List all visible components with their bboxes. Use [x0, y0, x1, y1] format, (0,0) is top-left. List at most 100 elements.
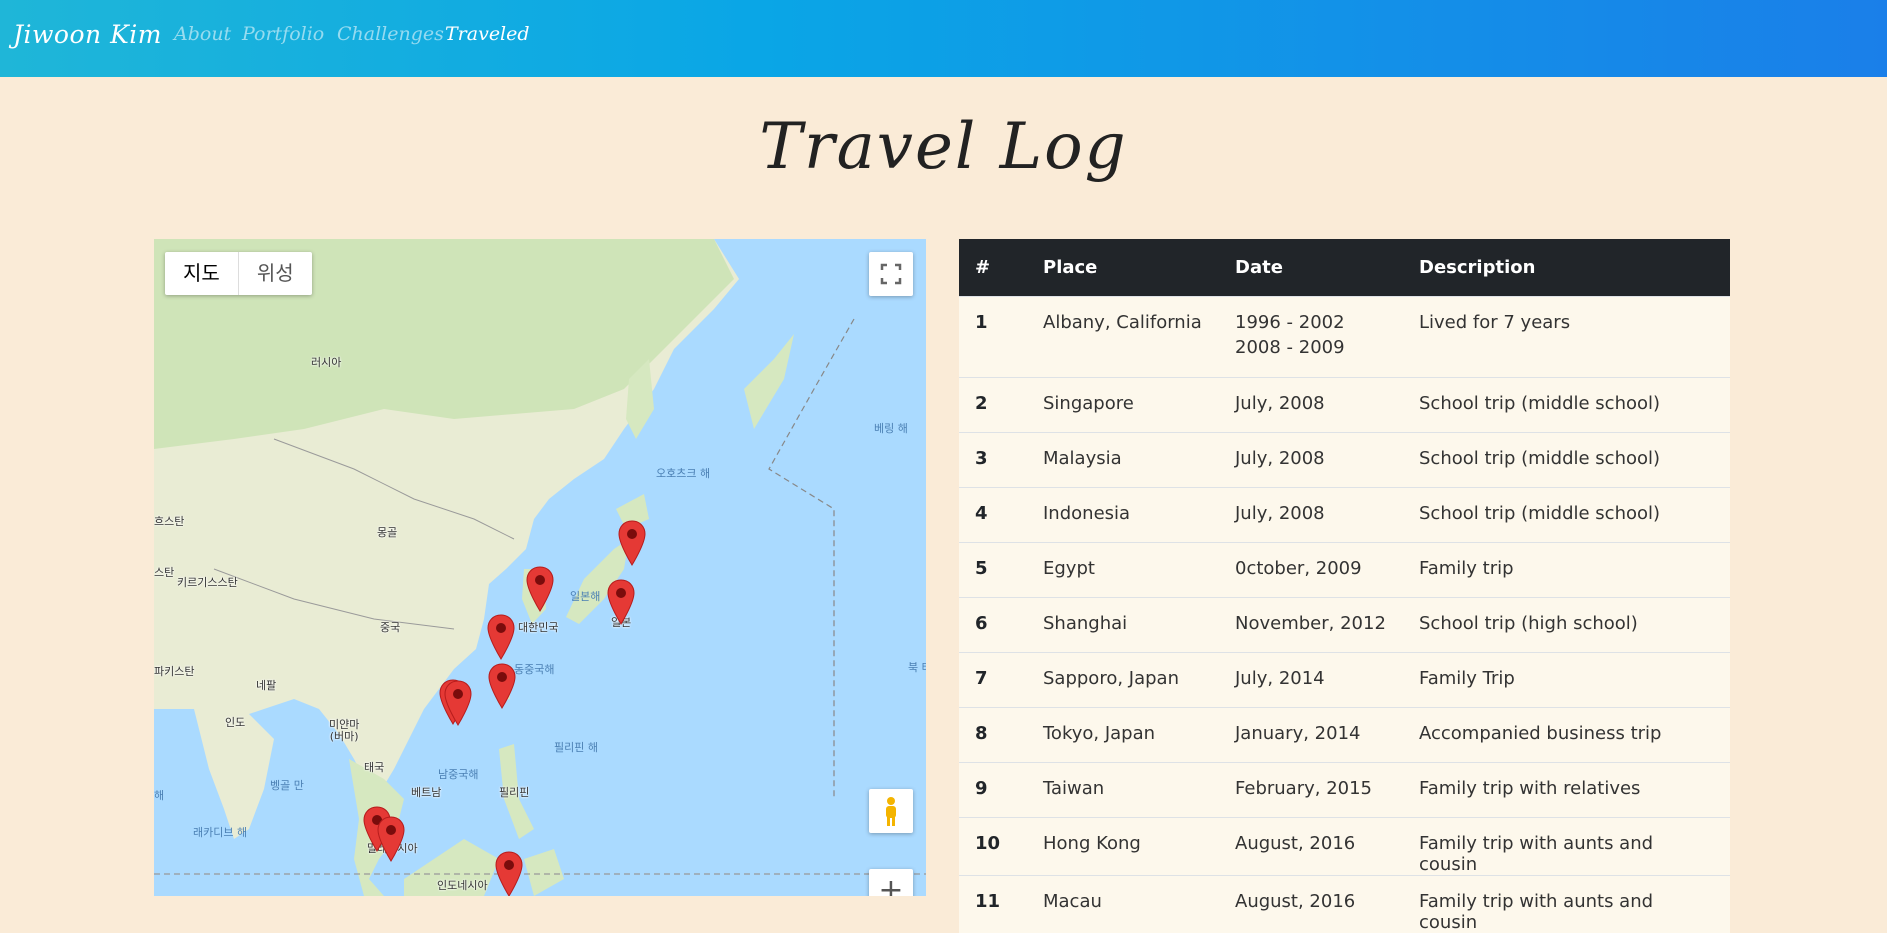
label-philippine-sea: 필리핀 해: [554, 739, 598, 755]
cell-description: Family trip with aunts and cousin: [1403, 818, 1730, 876]
cell-date: August, 2016: [1219, 818, 1403, 876]
cell-description: School trip (middle school): [1403, 378, 1730, 433]
cell-description: School trip (middle school): [1403, 433, 1730, 488]
label-laccadive: 래카디브 해: [193, 824, 247, 840]
map-marker-icon[interactable]: [443, 680, 473, 726]
cell-place: Albany, California: [1027, 297, 1219, 378]
table-row: 4IndonesiaJuly, 2008School trip (middle …: [959, 488, 1730, 543]
navbar: Jiwoon Kim About Portfolio Challenges Tr…: [0, 0, 1887, 77]
label-vietnam: 베트남: [411, 784, 441, 800]
label-korea: 대한민국: [518, 619, 558, 635]
cell-place: Macau: [1027, 876, 1219, 933]
cell-description: School trip (high school): [1403, 598, 1730, 653]
cell-num: 9: [959, 763, 1027, 818]
cell-date: 0ctober, 2009: [1219, 543, 1403, 598]
label-indonesia: 인도네시아: [437, 877, 488, 893]
table-row: 9TaiwanFebruary, 2015Family trip with re…: [959, 763, 1730, 818]
cell-date: July, 2008: [1219, 488, 1403, 543]
cell-num: 10: [959, 818, 1027, 876]
label-bay-of-bengal: 벵골 만: [270, 777, 304, 793]
cell-date-line: 2008 - 2009: [1235, 337, 1387, 358]
cell-place: Hong Kong: [1027, 818, 1219, 876]
travel-map[interactable]: 러시아 몽골 중국 대한민국 일본 일본해 오호츠크 해 베링 해 동중국해 필…: [154, 239, 926, 896]
cell-date-line: 1996 - 2002: [1235, 312, 1387, 333]
fullscreen-icon: [869, 252, 913, 296]
label-sea-of-japan: 일본해: [570, 588, 600, 604]
label-mongolia: 몽골: [377, 524, 397, 540]
zoom-in-icon: +: [878, 873, 903, 896]
map-marker-icon[interactable]: [494, 851, 524, 896]
table-row: 7Sapporo, JapanJuly, 2014Family Trip: [959, 653, 1730, 708]
label-kazakhstan: 흐스탄: [154, 513, 184, 529]
fullscreen-button[interactable]: [869, 252, 913, 296]
cell-num: 4: [959, 488, 1027, 543]
map-type-satellite-button[interactable]: 위성: [239, 252, 312, 295]
cell-place: Tokyo, Japan: [1027, 708, 1219, 763]
map-type-roadmap-button[interactable]: 지도: [165, 252, 239, 295]
label-arabian-sea: 해: [154, 787, 164, 803]
map-marker-icon[interactable]: [487, 663, 517, 709]
cell-num: 11: [959, 876, 1027, 933]
table-row: 11MacauAugust, 2016Family trip with aunt…: [959, 876, 1730, 933]
table-row: 6ShanghaiNovember, 2012School trip (high…: [959, 598, 1730, 653]
label-north-pacific: 북 태: [908, 659, 926, 675]
map-type-control: 지도 위성: [165, 252, 312, 295]
street-view-button[interactable]: [869, 789, 913, 833]
label-china: 중국: [380, 619, 400, 635]
cell-description: Family trip with relatives: [1403, 763, 1730, 818]
zoom-in-button[interactable]: +: [869, 869, 913, 896]
cell-date: July, 2014: [1219, 653, 1403, 708]
cell-num: 5: [959, 543, 1027, 598]
table-row: 3MalaysiaJuly, 2008School trip (middle s…: [959, 433, 1730, 488]
cell-num: 2: [959, 378, 1027, 433]
label-south-china-sea: 남중국해: [438, 766, 478, 782]
cell-place: Malaysia: [1027, 433, 1219, 488]
cell-date: 1996 - 2002 2008 - 2009: [1219, 297, 1403, 378]
header-num: #: [959, 239, 1027, 297]
nav-link-about[interactable]: About: [174, 23, 231, 45]
cell-date: July, 2008: [1219, 378, 1403, 433]
cell-num: 8: [959, 708, 1027, 763]
table-row: 2SingaporeJuly, 2008School trip (middle …: [959, 378, 1730, 433]
page-title: Travel Log: [0, 110, 1887, 184]
map-marker-icon[interactable]: [606, 579, 636, 625]
cell-place: Shanghai: [1027, 598, 1219, 653]
nav-link-portfolio[interactable]: Portfolio: [242, 23, 324, 45]
label-okhotsk: 오호츠크 해: [656, 465, 710, 481]
cell-num: 6: [959, 598, 1027, 653]
table-row: 8Tokyo, JapanJanuary, 2014Accompanied bu…: [959, 708, 1730, 763]
header-date: Date: [1219, 239, 1403, 297]
map-marker-icon[interactable]: [525, 566, 555, 612]
cell-place: Indonesia: [1027, 488, 1219, 543]
nav-link-traveled[interactable]: Traveled: [445, 23, 530, 45]
header-place: Place: [1027, 239, 1219, 297]
travel-table: # Place Date Description 1 Albany, Calif…: [959, 239, 1730, 933]
label-philippines: 필리핀: [499, 784, 529, 800]
cell-date: February, 2015: [1219, 763, 1403, 818]
map-marker-icon[interactable]: [486, 614, 516, 660]
table-header-row: # Place Date Description: [959, 239, 1730, 297]
map-marker-icon[interactable]: [617, 520, 647, 566]
label-india: 인도: [225, 714, 245, 730]
cell-place: Singapore: [1027, 378, 1219, 433]
nav-link-challenges[interactable]: Challenges: [337, 23, 444, 45]
label-tajikistan: 스탄: [154, 564, 174, 580]
label-myanmar: 미얀마 (버마): [329, 719, 359, 743]
cell-num: 7: [959, 653, 1027, 708]
brand-link[interactable]: Jiwoon Kim: [13, 20, 162, 49]
cell-place: Egypt: [1027, 543, 1219, 598]
cell-num: 3: [959, 433, 1027, 488]
cell-description: Family Trip: [1403, 653, 1730, 708]
cell-description: Family trip: [1403, 543, 1730, 598]
label-thailand: 태국: [364, 759, 384, 775]
cell-description: Accompanied business trip: [1403, 708, 1730, 763]
cell-description: School trip (middle school): [1403, 488, 1730, 543]
cell-date: August, 2016: [1219, 876, 1403, 933]
label-kyrgyzstan: 키르기스스탄: [177, 574, 238, 590]
header-description: Description: [1403, 239, 1730, 297]
pegman-icon: [869, 789, 913, 833]
cell-date: July, 2008: [1219, 433, 1403, 488]
map-marker-icon[interactable]: [376, 816, 406, 862]
cell-date: January, 2014: [1219, 708, 1403, 763]
label-russia: 러시아: [311, 354, 341, 370]
